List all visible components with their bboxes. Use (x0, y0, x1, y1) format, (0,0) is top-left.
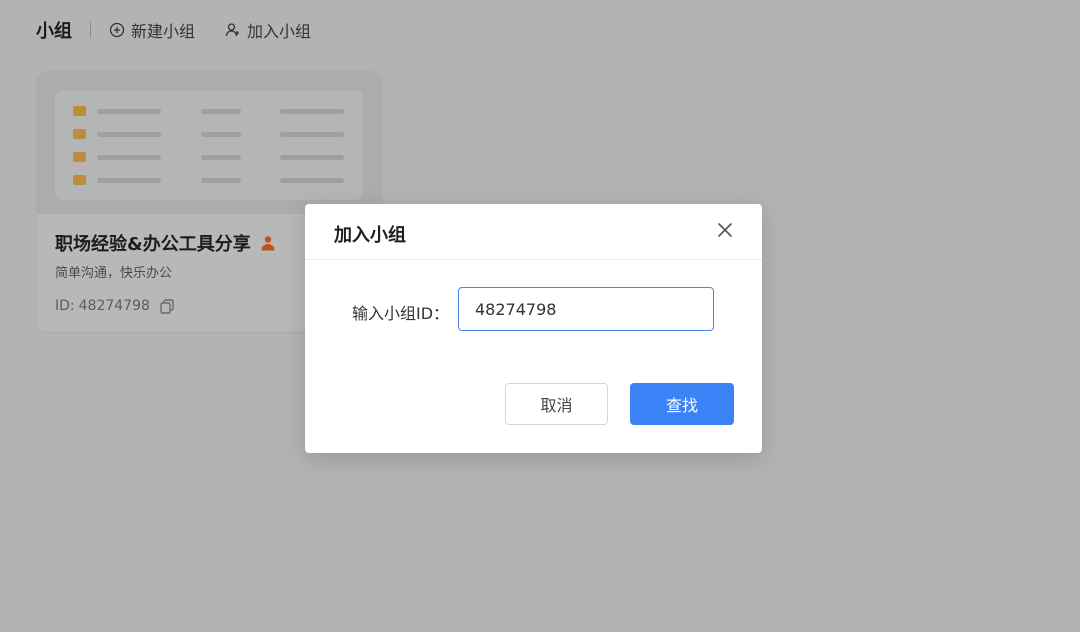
preview-bar (201, 178, 241, 183)
toolbar-divider (90, 22, 91, 38)
copy-icon[interactable] (160, 298, 174, 314)
preview-bar (280, 178, 344, 183)
group-id-label: ID: (55, 298, 75, 314)
preview-row (73, 152, 345, 162)
group-id-value: 48274798 (78, 298, 150, 314)
preview-bar (97, 109, 161, 114)
folder-icon (73, 129, 86, 139)
folder-icon (73, 152, 86, 162)
preview-bar (97, 178, 161, 183)
group-id-input[interactable] (458, 287, 714, 331)
join-group-button[interactable]: 加入小组 (225, 18, 311, 42)
dialog-header: 加入小组 (305, 204, 762, 260)
user-add-icon (225, 23, 240, 37)
group-name-text: 职场经验&办公工具分享 (55, 234, 251, 255)
page-title: 小组 (36, 21, 72, 42)
page: 小组 新建小组 加入小组 职场经验&办公工具分享 简单沟通，快乐办公 ID: 4… (0, 0, 1080, 632)
preview-bar (97, 155, 161, 160)
preview-bar (280, 155, 344, 160)
create-group-label: 新建小组 (131, 22, 196, 41)
owner-user-icon (261, 236, 275, 251)
preview-bar (280, 132, 344, 137)
cancel-button[interactable]: 取消 (505, 383, 608, 425)
search-button[interactable]: 查找 (630, 383, 734, 425)
preview-bar (97, 132, 161, 137)
preview-bar (201, 155, 241, 160)
preview-row (73, 106, 345, 116)
close-icon[interactable] (716, 221, 734, 239)
preview-bar (280, 109, 344, 114)
preview-row (73, 175, 345, 185)
toolbar: 小组 新建小组 加入小组 (36, 18, 341, 42)
group-name: 职场经验&办公工具分享 (55, 230, 275, 256)
join-group-dialog: 加入小组 输入小组ID： 取消 查找 (305, 204, 762, 453)
group-id: ID: 48274798 (55, 298, 174, 314)
preview-bar (201, 132, 241, 137)
group-id-field-label: 输入小组ID： (352, 304, 450, 323)
preview-bar (201, 109, 241, 114)
preview-row (73, 129, 345, 139)
group-description: 简单沟通，快乐办公 (55, 266, 173, 281)
card-preview-area (37, 72, 382, 214)
folder-icon (73, 106, 86, 116)
dialog-title: 加入小组 (334, 225, 406, 246)
plus-circle-icon (109, 22, 125, 38)
folder-icon (73, 175, 86, 185)
create-group-button[interactable]: 新建小组 (109, 18, 195, 42)
card-preview (55, 90, 363, 200)
join-group-label: 加入小组 (247, 22, 312, 41)
